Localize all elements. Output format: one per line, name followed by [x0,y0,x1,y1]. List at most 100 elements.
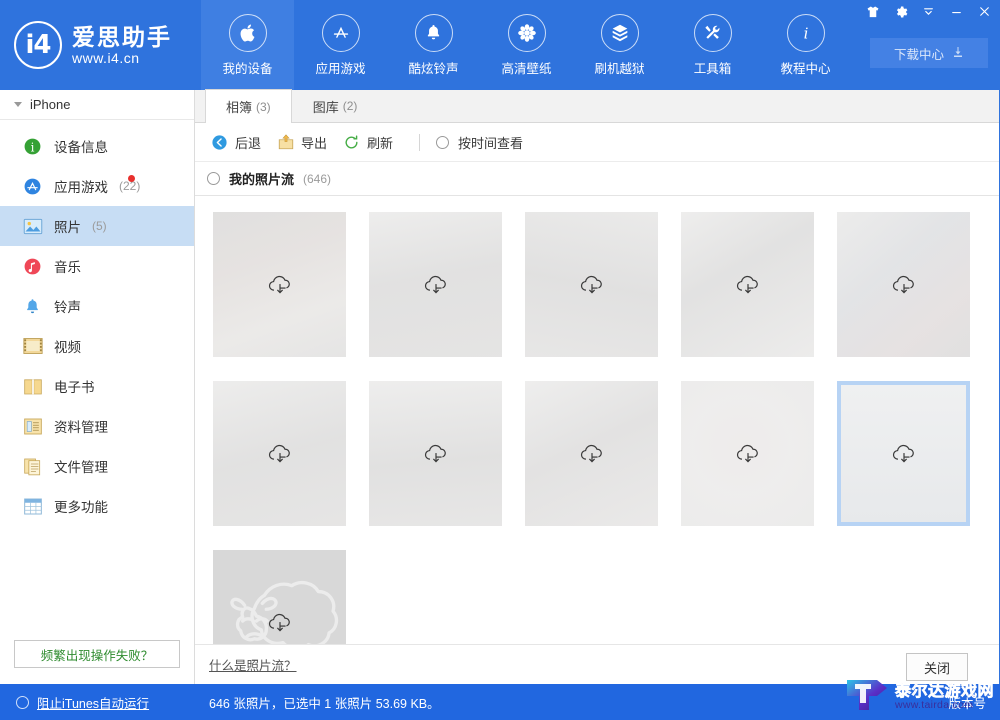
photo-thumbnail[interactable] [837,212,970,357]
tab-label: 图库 [312,99,339,115]
back-button-label: 后退 [235,135,262,151]
block-itunes-toggle[interactable]: 阻止iTunes自动运行 [0,693,195,712]
sidebar-item-label: 文件管理 [54,460,108,475]
cloud-download-icon [265,441,295,467]
nav-item-tutorials[interactable]: i 教程中心 [759,0,852,90]
nav-label: 刷机越狱 [594,61,645,76]
i4-assistant-window: i4 爱思助手 www.i4.cn 我的设备 应用游戏 酷炫铃声 高清壁纸 刷机… [0,0,1000,720]
photo-grid [213,212,999,644]
stream-radio-icon[interactable] [207,172,220,185]
photo-thumbnail[interactable] [681,212,814,357]
sidebar-item-data-management[interactable]: 资料管理 [0,406,194,446]
photo-stream-header[interactable]: 我的照片流 (646) [195,162,999,196]
video-film-icon [22,336,43,357]
sidebar-item-music[interactable]: 音乐 [0,246,194,286]
tab-count: (3) [256,99,271,114]
content-tabs: 相簿 (3) 图库 (2) [195,89,999,123]
tab-gallery[interactable]: 图库 (2) [292,89,379,122]
sidebar-item-video[interactable]: 视频 [0,326,194,366]
device-name: iPhone [30,97,71,112]
device-selector[interactable]: iPhone [0,90,194,120]
download-icon [952,46,964,61]
sidebar-list: i 设备信息 应用游戏 (22) 照片 (5) 音乐 铃声 视频 电子书 资料管… [0,120,194,526]
brand: i4 爱思助手 www.i4.cn [0,0,195,90]
minimize-to-tray-icon[interactable] [921,4,936,19]
bell-icon [414,13,453,52]
book-icon [22,376,43,397]
tools-icon [693,13,732,52]
cloud-download-icon [889,441,919,467]
tab-count: (2) [342,99,358,113]
appstore-icon [321,13,360,52]
download-center-button[interactable]: 下载中心 [870,38,988,68]
sidebar-item-device-info[interactable]: i 设备信息 [0,126,194,166]
view-by-time-radio[interactable]: 按时间查看 [434,128,535,156]
brand-logo-text: i4 [25,30,51,60]
status-bar: 阻止iTunes自动运行 646 张照片，已选中 1 张照片 53.69 KB。… [0,684,1000,720]
sidebar-item-ebook[interactable]: 电子书 [0,366,194,406]
back-button[interactable]: 后退 [207,128,273,156]
file-manager-icon [22,456,43,477]
cloud-download-icon [265,272,295,298]
photo-thumbnail[interactable] [369,212,502,357]
radio-circle-icon [16,695,29,709]
sidebar-item-label: 应用游戏 [54,180,108,195]
sidebar-item-apps-games[interactable]: 应用游戏 (22) [0,166,194,206]
sidebar-item-label: 视频 [54,340,81,355]
cloud-download-icon [265,610,295,636]
nav-item-apps-games[interactable]: 应用游戏 [294,0,387,90]
sidebar-item-photos[interactable]: 照片 (5) [0,206,194,246]
data-folder-icon [22,416,43,437]
sidebar: iPhone i 设备信息 应用游戏 (22) 照片 (5) 音乐 铃声 视频 … [0,90,195,684]
photo-thumbnail[interactable] [213,381,346,526]
appstore-circle-icon [22,176,43,197]
radio-circle-icon [436,135,450,149]
photo-thumbnail[interactable] [681,381,814,526]
photo-thumbnail[interactable] [525,381,658,526]
flower-icon [507,13,546,52]
photo-thumbnail[interactable] [213,550,346,644]
close-button[interactable]: 关闭 [906,653,968,681]
cloud-download-icon [733,272,763,298]
box-icon [600,13,639,52]
nav-item-toolbox[interactable]: 工具箱 [666,0,759,90]
sidebar-item-label: 音乐 [54,260,81,275]
cloud-download-icon [421,272,451,298]
nav-item-my-device[interactable]: 我的设备 [201,0,294,90]
photo-thumbnail-selected[interactable] [837,381,970,526]
svg-text:i: i [803,24,808,42]
nav-item-flash-jailbreak[interactable]: 刷机越狱 [573,0,666,90]
skin-icon[interactable] [865,4,880,19]
version-label: 版本号 [948,696,986,711]
nav-label: 教程中心 [780,61,831,76]
content-toolbar: 后退 导出 刷新 按时间查看 [195,123,999,162]
brand-url: www.i4.cn [72,49,140,66]
sidebar-item-ringtone[interactable]: 铃声 [0,286,194,326]
minimize-icon[interactable] [949,4,964,19]
tab-albums[interactable]: 相簿 (3) [205,89,292,123]
refresh-button[interactable]: 刷新 [339,128,405,156]
content-footer: 什么是照片流？ 关闭 [195,644,999,684]
sidebar-item-count: (5) [92,219,107,233]
cloud-download-icon [421,441,451,467]
cloud-download-icon [577,441,607,467]
export-button[interactable]: 导出 [273,128,339,156]
sidebar-item-label: 铃声 [54,300,81,315]
sidebar-item-more-features[interactable]: 更多功能 [0,486,194,526]
ringtone-bell-icon [22,296,43,317]
photo-thumbnail[interactable] [213,212,346,357]
nav-item-wallpapers[interactable]: 高清壁纸 [480,0,573,90]
photo-thumbnail[interactable] [525,212,658,357]
settings-gear-icon[interactable] [893,4,908,19]
sidebar-item-file-management[interactable]: 文件管理 [0,446,194,486]
tab-label: 相簿 [226,100,253,115]
close-icon[interactable] [977,4,992,19]
cloud-download-icon [889,272,919,298]
cloud-download-icon [577,272,607,298]
sidebar-item-label: 资料管理 [54,420,108,435]
nav-label: 工具箱 [693,61,732,76]
what-is-photo-stream-link[interactable]: 什么是照片流？ [209,655,297,674]
nav-item-ringtones[interactable]: 酷炫铃声 [387,0,480,90]
photo-thumbnail[interactable] [369,381,502,526]
trouble-help-button[interactable]: 频繁出现操作失败？ [14,640,180,668]
